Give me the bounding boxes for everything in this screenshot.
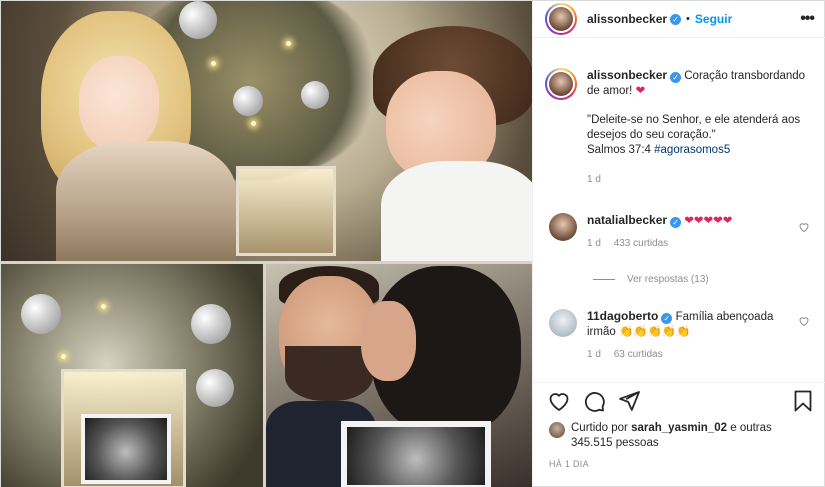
light bbox=[101, 304, 106, 309]
ornament bbox=[196, 369, 234, 407]
liked-by-connector: e bbox=[730, 422, 737, 434]
comment-likes[interactable]: 63 curtidas bbox=[614, 349, 663, 360]
comment-text: ❤❤❤❤❤ bbox=[684, 215, 733, 227]
view-replies-label: Ver respostas (13) bbox=[627, 274, 709, 285]
woman-face bbox=[361, 301, 416, 381]
ultrasound-print bbox=[341, 421, 491, 487]
caption-username[interactable]: alissonbecker bbox=[587, 68, 667, 82]
comment-username[interactable]: 11dagoberto bbox=[587, 309, 658, 323]
comment-item: 11dagoberto ✓ Família abençoada irmão 👏👏👏… bbox=[549, 309, 814, 362]
girl-dress bbox=[56, 141, 236, 261]
heart-icon[interactable] bbox=[798, 315, 810, 327]
gift-box bbox=[236, 166, 336, 256]
commenter-avatar[interactable] bbox=[549, 309, 577, 337]
ornament bbox=[179, 1, 217, 39]
post-image[interactable] bbox=[1, 1, 532, 487]
photo-children-with-box bbox=[1, 1, 532, 261]
heart-icon[interactable] bbox=[798, 221, 810, 233]
commenter-avatar[interactable] bbox=[549, 213, 577, 241]
man-beard bbox=[285, 346, 373, 401]
action-bar bbox=[533, 382, 825, 420]
light bbox=[251, 121, 256, 126]
girl-face bbox=[79, 56, 159, 151]
liked-by-user[interactable]: sarah_yasmin_02 bbox=[631, 422, 727, 434]
caption-avatar[interactable] bbox=[545, 68, 577, 100]
ornament bbox=[233, 86, 263, 116]
replies-line bbox=[593, 279, 615, 280]
caption-quote: "Deleite-se no Senhor, e ele atenderá ao… bbox=[587, 114, 801, 141]
verified-badge-icon: ✓ bbox=[670, 13, 682, 25]
post-caption: alissonbecker ✓ Coração transbordando de … bbox=[545, 68, 815, 187]
ornament bbox=[21, 294, 61, 334]
post-sidebar: alissonbecker ✓ • Seguir ••• alissonbeck… bbox=[532, 1, 825, 487]
photo-ultrasound-box bbox=[1, 264, 263, 487]
share-icon[interactable] bbox=[617, 389, 641, 413]
follow-button[interactable]: Seguir bbox=[695, 12, 732, 26]
author-username[interactable]: alissonbecker bbox=[587, 12, 667, 26]
more-options-icon[interactable]: ••• bbox=[800, 10, 815, 28]
comment-username[interactable]: natalialbecker bbox=[587, 213, 667, 227]
boy-shirt bbox=[381, 161, 532, 261]
heart-emoji: ❤ bbox=[635, 85, 646, 97]
author-avatar[interactable] bbox=[545, 3, 577, 35]
heart-icon[interactable] bbox=[547, 389, 571, 413]
caption-hashtag[interactable]: #agorasomos5 bbox=[654, 144, 730, 156]
posted-ago[interactable]: HÁ 1 DIA bbox=[549, 459, 589, 469]
light bbox=[61, 354, 66, 359]
caption-verse: Salmos 37:4 bbox=[587, 144, 651, 156]
post-header: alissonbecker ✓ • Seguir ••• bbox=[533, 1, 825, 38]
ornament bbox=[191, 304, 231, 344]
verified-badge-icon: ✓ bbox=[661, 313, 673, 324]
comment-likes[interactable]: 433 curtidas bbox=[614, 238, 668, 249]
verified-badge-icon: ✓ bbox=[670, 217, 682, 228]
liked-by-prefix: Curtido por bbox=[571, 422, 628, 434]
verified-badge-icon: ✓ bbox=[670, 72, 682, 83]
view-replies-button[interactable]: Ver respostas (13) bbox=[593, 274, 709, 285]
light bbox=[286, 41, 291, 46]
light bbox=[211, 61, 216, 66]
comment-item: natalialbecker ✓ ❤❤❤❤❤ 1 d 433 curtidas bbox=[549, 213, 814, 251]
comment-time: 1 d bbox=[587, 349, 601, 360]
ultrasound-image bbox=[81, 414, 171, 484]
ornament bbox=[301, 81, 329, 109]
comment-icon[interactable] bbox=[582, 389, 606, 413]
caption-time: 1 d bbox=[587, 174, 601, 185]
liker-avatar[interactable] bbox=[549, 422, 565, 438]
instagram-post: alissonbecker ✓ • Seguir ••• alissonbeck… bbox=[0, 0, 825, 487]
comment-time: 1 d bbox=[587, 238, 601, 249]
bookmark-icon[interactable] bbox=[791, 389, 815, 413]
separator-dot: • bbox=[686, 13, 690, 25]
liked-by: Curtido por sarah_yasmin_02 e outras 345… bbox=[549, 421, 814, 451]
